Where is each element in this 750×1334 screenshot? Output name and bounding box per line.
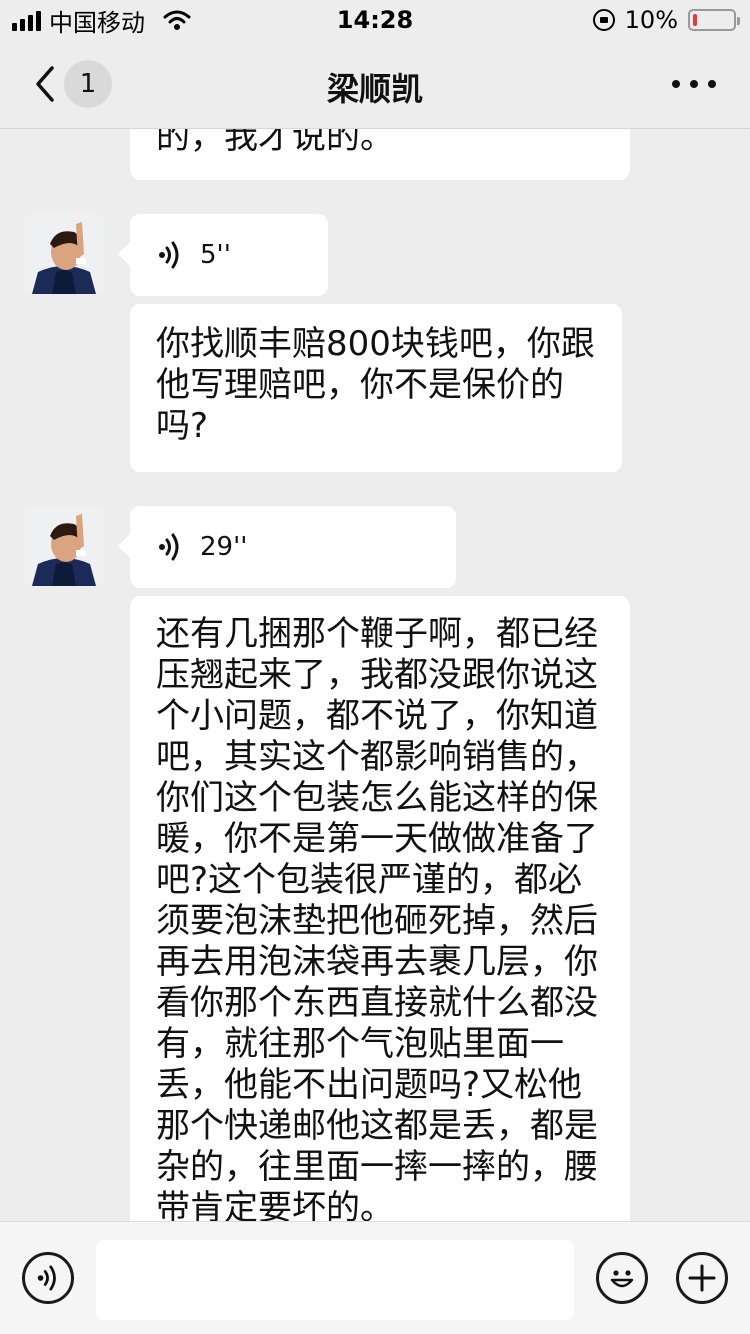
message-line: 还有几捆那个鞭子啊，都已经 [156,614,598,654]
battery-percent: 10% [624,6,678,34]
message-line: 丢，他能不出问题吗?又松他 [156,1065,583,1105]
carrier-label: 中国移动 [49,8,145,37]
message-line: 那个快递邮他这都是丢，都是 [156,1106,598,1146]
voice-message-bubble[interactable]: 29'' [118,506,456,588]
contact-avatar[interactable] [24,506,104,586]
contact-avatar[interactable] [24,214,104,294]
message-line: 压翘起来了，我都没跟你说这 [156,655,598,695]
avatar-image [24,506,104,586]
message-bubble[interactable]: 的，我才说的。 [130,129,630,180]
message-line: 他写理赔吧，你不是保价的 [156,365,564,405]
voice-message-bubble[interactable]: 5'' [118,214,328,296]
chat-screen: 中国移动 14:28 10% 1 梁顺凯 的，我才说的。 5'' 你找顺丰赔80… [0,0,750,1334]
message-line: 有，就往那个气泡贴里面一 [156,1024,564,1064]
voice-input-icon [37,1265,56,1291]
message-line: 你找顺丰赔800块钱吧，你跟 [156,324,595,364]
avatar-image [24,214,104,294]
message-input[interactable] [96,1240,574,1320]
wifi-icon [163,10,191,30]
input-bar [0,1221,750,1334]
message-list[interactable]: 的，我才说的。 5'' 你找顺丰赔800块钱吧，你跟 他写理赔吧，你不是保价的 … [0,129,750,1221]
voice-duration: 29'' [200,531,248,562]
message-line: 再去用泡沫袋再去裹几层，你 [156,942,598,982]
voice-duration: 5'' [200,239,231,270]
message-bubble[interactable]: 你找顺丰赔800块钱吧，你跟 他写理赔吧，你不是保价的 吗? [130,304,622,472]
bubble-tail [118,242,130,266]
voice-wave-icon [159,241,179,269]
nav-bar: 1 梁顺凯 [0,40,750,129]
message-line: 须要泡沫垫把他砸死掉，然后 [156,901,598,941]
message-line: 吗? [156,406,209,446]
message-line: 看你那个东西直接就什么都没 [156,983,598,1023]
battery-level [693,14,697,26]
emoji-button[interactable] [596,1252,648,1304]
bubble-tail [118,534,130,558]
plus-icon [688,1264,716,1292]
voice-wave-icon [159,533,179,561]
message-line: 暖，你不是第一天做做准备了 [156,819,598,859]
signal-icon [12,9,41,31]
message-line: 杂的，往里面一摔一摔的，腰 [156,1147,598,1187]
message-line: 吧，其实这个都影响销售的， [156,737,598,777]
rotation-lock-icon [592,9,615,31]
message-line: 个小问题，都不说了，你知道 [156,696,598,736]
message-line: 你们这个包装怎么能这样的保 [156,778,598,818]
more-button[interactable] [672,70,716,98]
status-left: 中国移动 [0,3,191,38]
message-bubble[interactable]: 还有几捆那个鞭子啊，都已经 压翘起来了，我都没跟你说这 个小问题，都不说了，你知… [130,596,630,1221]
more-dots-icon [672,80,680,88]
battery-icon [688,9,740,31]
plus-button[interactable] [676,1252,728,1304]
voice-input-button[interactable] [22,1252,74,1304]
status-right: 10% [592,6,750,34]
message-line: 吧?这个包装很严谨的，都必 [156,860,583,900]
message-line: 带肯定要坏的。 [156,1188,394,1221]
chat-title: 梁顺凯 [326,70,423,108]
status-bar: 中国移动 14:28 10% [0,0,750,40]
message-text: 的，我才说的。 [156,129,394,157]
emoji-smile-icon [610,1270,634,1288]
